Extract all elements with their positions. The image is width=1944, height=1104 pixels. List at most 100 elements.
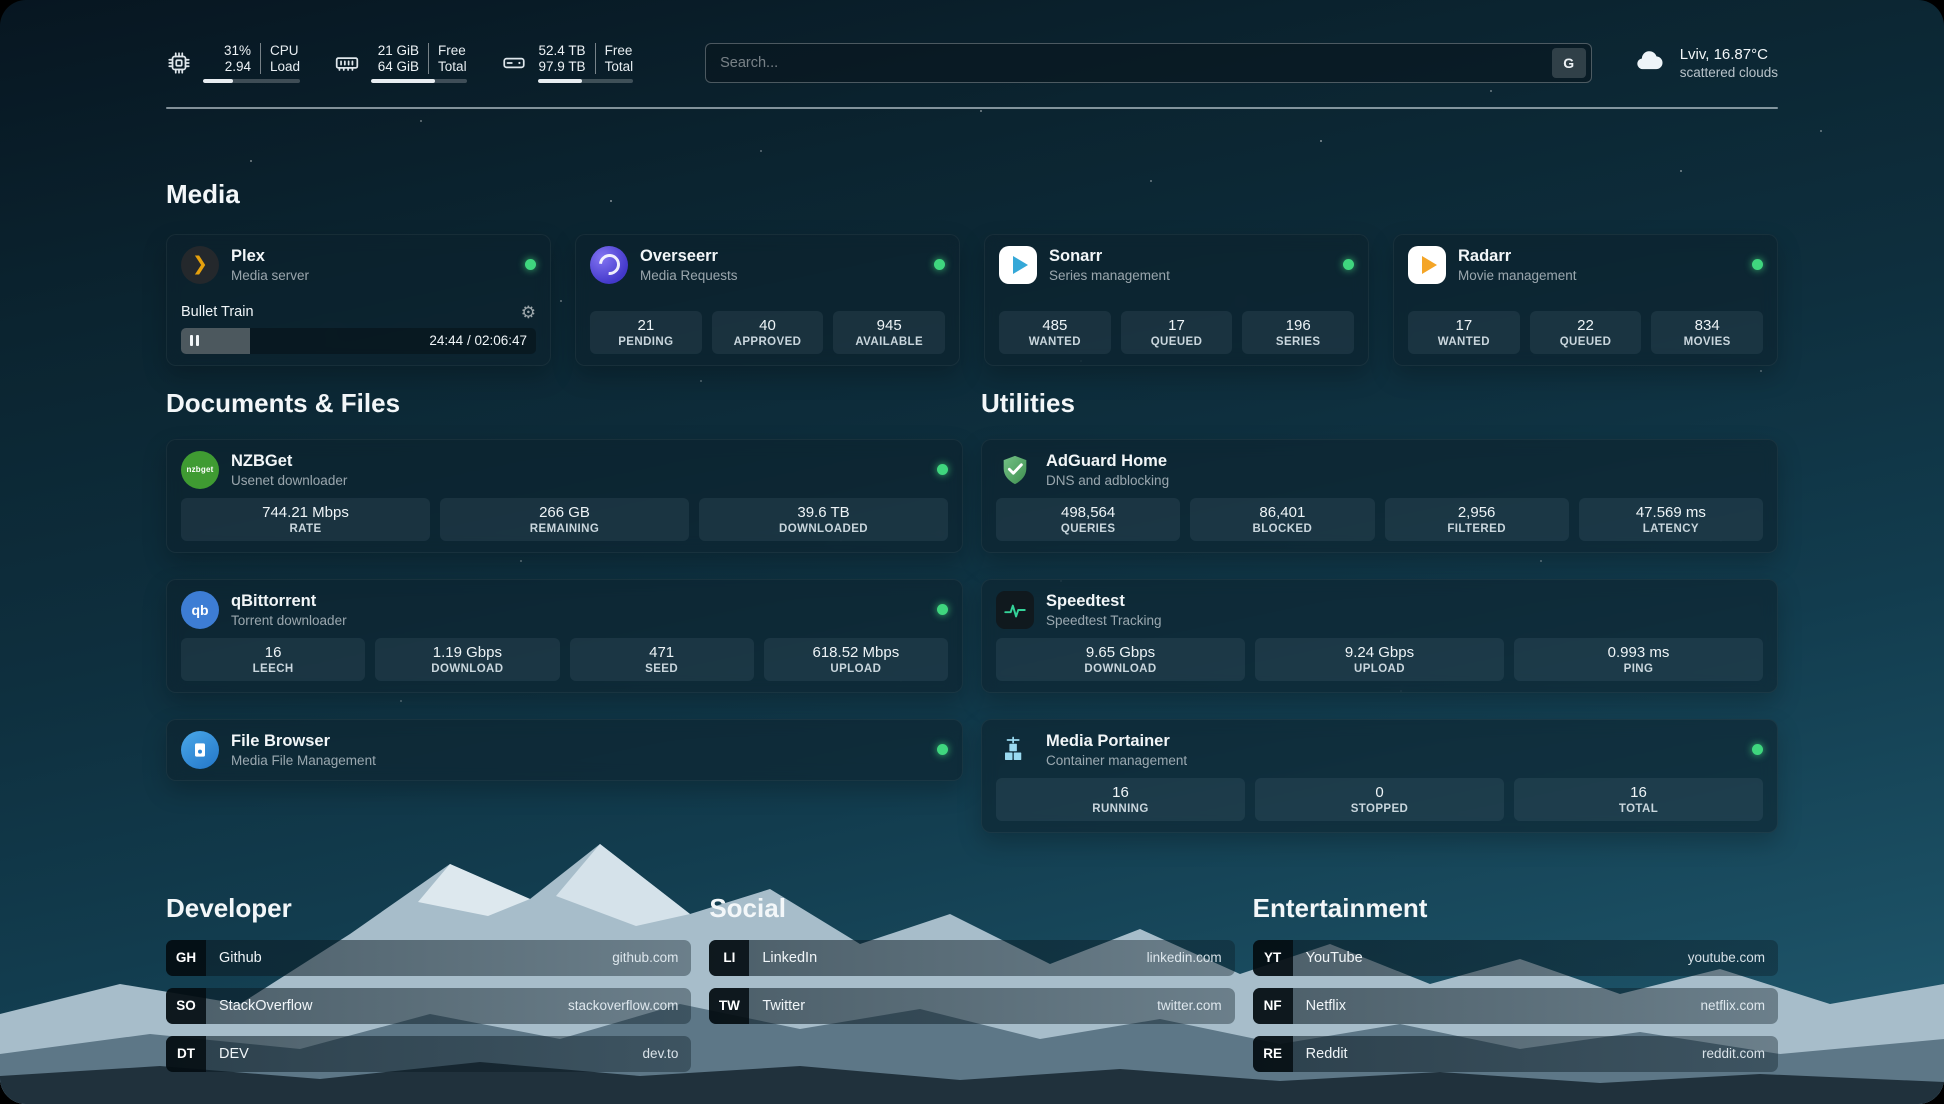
- disk-total: 97.9 TB: [539, 59, 586, 74]
- app-subtitle: Media File Management: [231, 753, 376, 768]
- weather-condition: scattered clouds: [1680, 65, 1778, 80]
- bookmark-twitter[interactable]: TW Twitter twitter.com: [709, 988, 1234, 1024]
- stat-ping: 0.993 ms PING: [1514, 638, 1763, 681]
- app-card-overseerr[interactable]: Overseerr Media Requests 21 PENDING 40 A…: [575, 234, 960, 366]
- twitter-icon: TW: [709, 988, 749, 1024]
- pause-icon[interactable]: [190, 335, 199, 346]
- stat-filtered: 2,956 FILTERED: [1385, 498, 1569, 541]
- stat-upload: 9.24 Gbps UPLOAD: [1255, 638, 1504, 681]
- stat-available: 945 AVAILABLE: [833, 311, 945, 354]
- search-bar[interactable]: G: [705, 43, 1592, 83]
- status-online-dot: [937, 744, 948, 755]
- app-name: NZBGet: [231, 452, 347, 471]
- cpu-icon: [166, 50, 192, 76]
- weather-widget: Lviv, 16.87°C scattered clouds: [1630, 46, 1778, 81]
- app-card-speedtest[interactable]: Speedtest Speedtest Tracking 9.65 Gbps D…: [981, 579, 1778, 693]
- stat-queued: 17 QUEUED: [1121, 311, 1233, 354]
- app-subtitle: Usenet downloader: [231, 473, 347, 488]
- bookmark-stackoverflow[interactable]: SO StackOverflow stackoverflow.com: [166, 988, 691, 1024]
- radarr-icon: [1408, 246, 1446, 284]
- cpu-usage-bar: [203, 79, 300, 83]
- reddit-icon: RE: [1253, 1036, 1293, 1072]
- stat-queries: 498,564 QUERIES: [996, 498, 1180, 541]
- app-subtitle: Series management: [1049, 268, 1170, 283]
- weather-location: Lviv, 16.87°C: [1680, 46, 1778, 63]
- section-title-media: Media: [166, 179, 1778, 210]
- app-name: Radarr: [1458, 247, 1577, 266]
- app-subtitle: Media Requests: [640, 268, 738, 283]
- disk-label-1: Free: [605, 43, 634, 58]
- stat-seed: 471 SEED: [570, 638, 754, 681]
- filebrowser-icon: [181, 731, 219, 769]
- cpu-percent: 31%: [224, 43, 251, 58]
- app-card-qbittorrent[interactable]: qb qBittorrent Torrent downloader 16 LEE…: [166, 579, 963, 693]
- stat-latency: 47.569 ms LATENCY: [1579, 498, 1763, 541]
- memory-usage-bar: [371, 79, 467, 83]
- app-name: Plex: [231, 247, 309, 266]
- bookmark-reddit[interactable]: RE Reddit reddit.com: [1253, 1036, 1778, 1072]
- disk-label-2: Total: [605, 59, 634, 74]
- stat-blocked: 86,401 BLOCKED: [1190, 498, 1374, 541]
- utilities-column: Utilities AdGuard: [981, 388, 1778, 833]
- playback-time: 24:44 / 02:06:47: [429, 333, 527, 348]
- bookmark-linkedin[interactable]: LI LinkedIn linkedin.com: [709, 940, 1234, 976]
- github-icon: GH: [166, 940, 206, 976]
- app-card-portainer[interactable]: Media Portainer Container management 16 …: [981, 719, 1778, 833]
- speedtest-icon: [996, 591, 1034, 629]
- app-subtitle: Torrent downloader: [231, 613, 347, 628]
- stat-pending: 21 PENDING: [590, 311, 702, 354]
- app-card-plex[interactable]: ❯ Plex Media server Bullet Train ⚙: [166, 234, 551, 366]
- header-divider: [166, 107, 1778, 109]
- status-online-dot: [1752, 259, 1763, 270]
- stat-stopped: 0 STOPPED: [1255, 778, 1504, 821]
- app-name: File Browser: [231, 732, 376, 751]
- search-engine-button[interactable]: G: [1552, 48, 1586, 78]
- stat-upload: 618.52 Mbps UPLOAD: [764, 638, 948, 681]
- app-name: Media Portainer: [1046, 732, 1187, 751]
- stat-downloaded: 39.6 TB DOWNLOADED: [699, 498, 948, 541]
- bookmark-netflix[interactable]: NF Netflix netflix.com: [1253, 988, 1778, 1024]
- app-card-adguard[interactable]: AdGuard Home DNS and adblocking 498,564 …: [981, 439, 1778, 553]
- bookmarks-entertainment: Entertainment YT YouTube youtube.com NF …: [1253, 893, 1778, 1072]
- section-title-utilities: Utilities: [981, 388, 1778, 419]
- search-input[interactable]: [720, 55, 1552, 71]
- app-card-nzbget[interactable]: nzbget NZBGet Usenet downloader 744.21 M…: [166, 439, 963, 553]
- gear-icon[interactable]: ⚙: [521, 304, 536, 321]
- section-title-documents: Documents & Files: [166, 388, 963, 419]
- stat-remaining: 266 GB REMAINING: [440, 498, 689, 541]
- app-name: qBittorrent: [231, 592, 347, 611]
- disk-icon: [501, 50, 527, 76]
- app-card-sonarr[interactable]: Sonarr Series management 485 WANTED 17 Q…: [984, 234, 1369, 366]
- linkedin-icon: LI: [709, 940, 749, 976]
- cloud-icon: [1630, 46, 1668, 81]
- stat-running: 16 RUNNING: [996, 778, 1245, 821]
- app-name: Speedtest: [1046, 592, 1162, 611]
- documents-column: Documents & Files nzbget NZBGet Usenet d…: [166, 388, 963, 781]
- adguard-icon: [996, 451, 1034, 489]
- bookmark-dev[interactable]: DT DEV dev.to: [166, 1036, 691, 1072]
- cpu-load: 2.94: [225, 59, 251, 74]
- bookmark-youtube[interactable]: YT YouTube youtube.com: [1253, 940, 1778, 976]
- stat-queued: 22 QUEUED: [1530, 311, 1642, 354]
- app-name: AdGuard Home: [1046, 452, 1169, 471]
- app-subtitle: Movie management: [1458, 268, 1577, 283]
- section-title-social: Social: [709, 893, 1234, 924]
- disk-free: 52.4 TB: [539, 43, 586, 58]
- playback-progress-bar[interactable]: 24:44 / 02:06:47: [181, 328, 536, 354]
- app-name: Overseerr: [640, 247, 738, 266]
- background-stars: [0, 0, 2, 2]
- bookmarks-social: Social LI LinkedIn linkedin.com TW Twitt…: [709, 893, 1234, 1024]
- app-card-radarr[interactable]: Radarr Movie management 17 WANTED 22 QUE…: [1393, 234, 1778, 366]
- stat-leech: 16 LEECH: [181, 638, 365, 681]
- stat-total: 16 TOTAL: [1514, 778, 1763, 821]
- netflix-icon: NF: [1253, 988, 1293, 1024]
- app-card-filebrowser[interactable]: File Browser Media File Management: [166, 719, 963, 781]
- status-online-dot: [937, 464, 948, 475]
- status-online-dot: [934, 259, 945, 270]
- status-online-dot: [1343, 259, 1354, 270]
- cpu-label-2: Load: [270, 59, 300, 74]
- bookmark-github[interactable]: GH Github github.com: [166, 940, 691, 976]
- plex-now-playing: Bullet Train ⚙ 24:44 / 02:06:47: [181, 304, 536, 354]
- memory-icon: [334, 50, 360, 76]
- stat-wanted: 485 WANTED: [999, 311, 1111, 354]
